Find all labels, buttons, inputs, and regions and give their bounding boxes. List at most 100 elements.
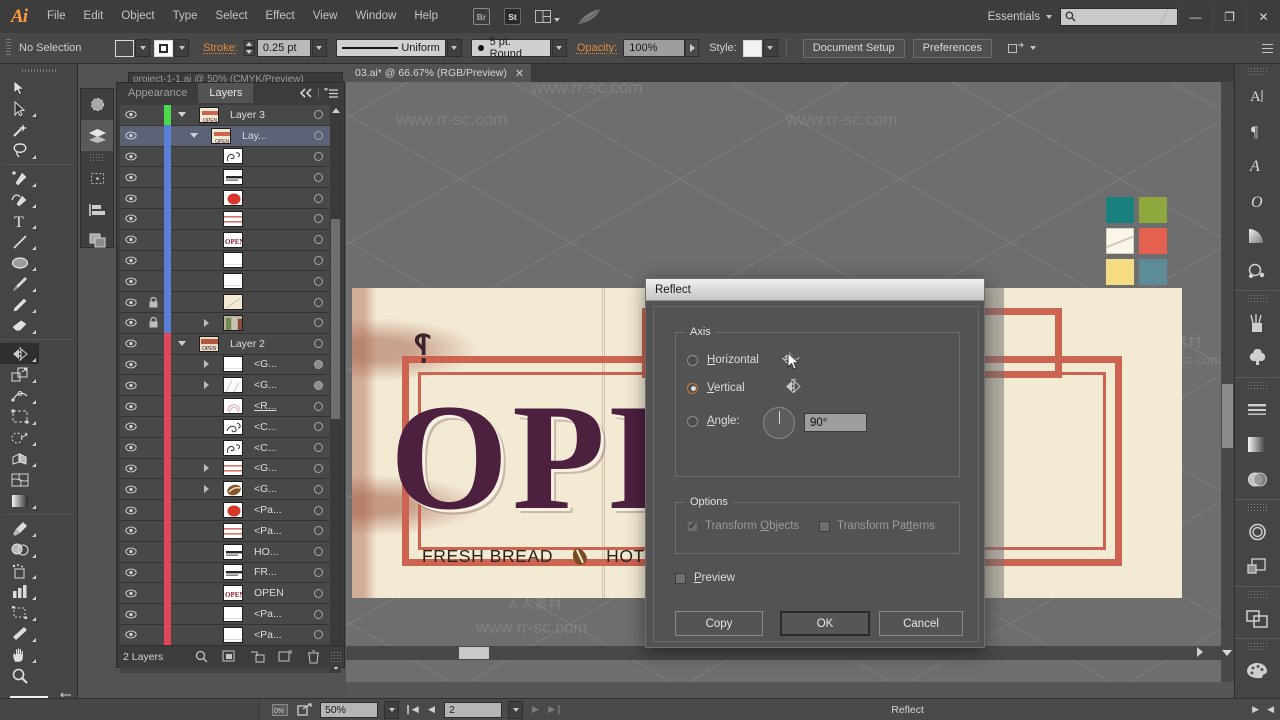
layer-row[interactable]: <G... — [120, 458, 332, 480]
target-indicator-icon[interactable] — [304, 110, 332, 120]
document-tab[interactable]: 03.ai* @ 66.67% (RGB/Preview) ✕ — [346, 64, 532, 82]
visibility-toggle-icon[interactable] — [120, 547, 142, 556]
menu-window[interactable]: Window — [346, 0, 405, 33]
swatch-teal[interactable] — [1106, 197, 1134, 223]
layer-name-label[interactable]: FR... — [249, 566, 304, 578]
pencil-tool[interactable] — [0, 294, 39, 315]
status-expand-right-icon[interactable]: ▶ — [1252, 704, 1259, 715]
horizontal-radio[interactable] — [687, 354, 698, 366]
artboard-tool[interactable] — [0, 602, 39, 623]
make-clipping-mask-icon[interactable] — [215, 650, 243, 663]
brush-dropdown-arrow[interactable] — [551, 39, 567, 57]
dock-gripper[interactable] — [1247, 642, 1268, 650]
align-icon[interactable] — [81, 194, 113, 225]
shape-builder-tool[interactable] — [0, 427, 39, 448]
type-tool[interactable]: T — [0, 210, 39, 231]
rotate-reflect-tool[interactable] — [0, 343, 39, 364]
vertical-radio-row[interactable]: Vertical — [687, 378, 802, 397]
workspace-switcher[interactable]: Essentials — [980, 11, 1060, 23]
perspective-grid-tool[interactable] — [0, 448, 39, 469]
layer-row[interactable]: <C... — [120, 437, 332, 459]
panel-menu-icon[interactable] — [324, 87, 339, 99]
visibility-toggle-icon[interactable] — [120, 526, 142, 535]
layer-row[interactable] — [120, 166, 332, 189]
scroll-down-arrow-icon[interactable] — [1222, 650, 1232, 656]
layer-row[interactable] — [120, 312, 332, 334]
graphic-style-swatch[interactable] — [742, 39, 762, 57]
layer-name-label[interactable]: <C... — [249, 442, 304, 454]
bridge-icon[interactable]: Br — [473, 8, 490, 25]
stroke-profile-dropdown-arrow[interactable] — [446, 39, 462, 57]
tools-panel-gripper[interactable] — [20, 66, 57, 75]
target-indicator-icon[interactable] — [304, 235, 332, 245]
layers-scroll-thumb[interactable] — [331, 219, 340, 419]
visibility-toggle-icon[interactable] — [120, 194, 142, 203]
visibility-toggle-icon[interactable] — [120, 318, 142, 327]
create-new-sublayer-icon[interactable] — [243, 650, 271, 663]
target-indicator-icon[interactable] — [304, 151, 332, 161]
target-indicator-icon[interactable] — [304, 255, 332, 265]
layer-row[interactable]: OPEN Layer 2 — [120, 333, 332, 355]
visibility-toggle-icon[interactable] — [120, 422, 142, 431]
zoom-dropdown-arrow[interactable] — [384, 700, 399, 719]
opentype-icon[interactable]: O — [1235, 183, 1279, 218]
swatch-coral[interactable] — [1139, 228, 1167, 254]
target-indicator-icon[interactable] — [304, 172, 332, 182]
transform-each-icon[interactable] — [1007, 42, 1024, 55]
lock-icon[interactable] — [142, 317, 164, 328]
target-indicator-icon[interactable] — [304, 193, 332, 203]
layer-name-label[interactable]: HO... — [249, 546, 304, 558]
preview-checkbox[interactable] — [675, 572, 686, 584]
document-setup-button[interactable]: Document Setup — [802, 38, 905, 58]
stroke-weight-dropdown-arrow[interactable] — [311, 39, 327, 57]
column-graph-tool[interactable] — [0, 581, 39, 602]
swatch-yellow[interactable] — [1106, 259, 1134, 285]
layer-name-label[interactable]: Lay... — [237, 130, 304, 142]
layer-name-label[interactable]: <Pa... — [249, 629, 304, 641]
layer-row[interactable]: OPEN Layer 3 — [120, 105, 332, 126]
visibility-toggle-icon[interactable] — [120, 443, 142, 452]
disclosure-triangle-closed-icon[interactable] — [195, 318, 217, 327]
dock-gripper[interactable] — [1247, 590, 1268, 598]
character-icon[interactable]: A — [1235, 78, 1279, 113]
layer-row[interactable]: <Pa... — [120, 499, 332, 521]
preferences-button[interactable]: Preferences — [912, 38, 992, 58]
appearance-layers-icon[interactable] — [1235, 549, 1279, 584]
target-indicator-icon[interactable] — [304, 422, 332, 432]
layer-row[interactable]: OPEN Lay... — [120, 125, 332, 147]
visibility-toggle-icon[interactable] — [120, 402, 142, 411]
stroke-icon[interactable] — [1235, 392, 1279, 427]
swatch-steel[interactable] — [1139, 259, 1167, 285]
brushes-icon[interactable] — [1235, 305, 1279, 340]
layer-row[interactable]: HO... — [120, 541, 332, 563]
disclosure-triangle-open-icon[interactable] — [183, 133, 205, 139]
control-bar-menu-icon[interactable] — [1261, 42, 1274, 55]
angle-radio-row[interactable]: Angle: — [687, 415, 740, 427]
horizontal-scroll-thumb[interactable] — [459, 647, 489, 659]
fill-dropdown-arrow[interactable] — [135, 39, 150, 57]
disclosure-triangle-closed-icon[interactable] — [195, 485, 217, 494]
direct-selection-tool[interactable] — [0, 98, 39, 119]
graphic-styles-icon[interactable] — [1235, 514, 1279, 549]
layer-row[interactable]: OPEN — [120, 229, 332, 251]
target-indicator-icon[interactable] — [304, 380, 332, 390]
line-segment-tool[interactable] — [0, 231, 39, 252]
paintbrush-tool[interactable] — [0, 273, 39, 294]
ok-button[interactable]: OK — [780, 611, 870, 636]
brush-definition-select[interactable]: 5 pt. Round — [470, 36, 551, 60]
visibility-toggle-icon[interactable] — [120, 381, 142, 390]
layer-row[interactable] — [120, 146, 332, 168]
reflect-dialog[interactable]: Reflect Axis Horizontal Vertical Angle: … — [645, 278, 985, 648]
color-palette-icon[interactable] — [1235, 653, 1279, 688]
layer-name-label[interactable]: Layer 3 — [225, 109, 304, 121]
chevron-down-icon[interactable] — [1029, 46, 1036, 50]
layer-row[interactable] — [120, 250, 332, 272]
target-indicator-icon[interactable] — [304, 505, 332, 515]
first-artboard-button[interactable]: ❙◀ — [404, 702, 419, 718]
stroke-swatch[interactable] — [154, 39, 173, 57]
menu-select[interactable]: Select — [207, 0, 257, 33]
previous-artboard-button[interactable]: ◀ — [424, 702, 439, 718]
symbol-sprayer-tool[interactable] — [0, 560, 39, 581]
curvature-tool[interactable] — [0, 189, 39, 210]
free-transform-tool[interactable] — [0, 406, 39, 427]
